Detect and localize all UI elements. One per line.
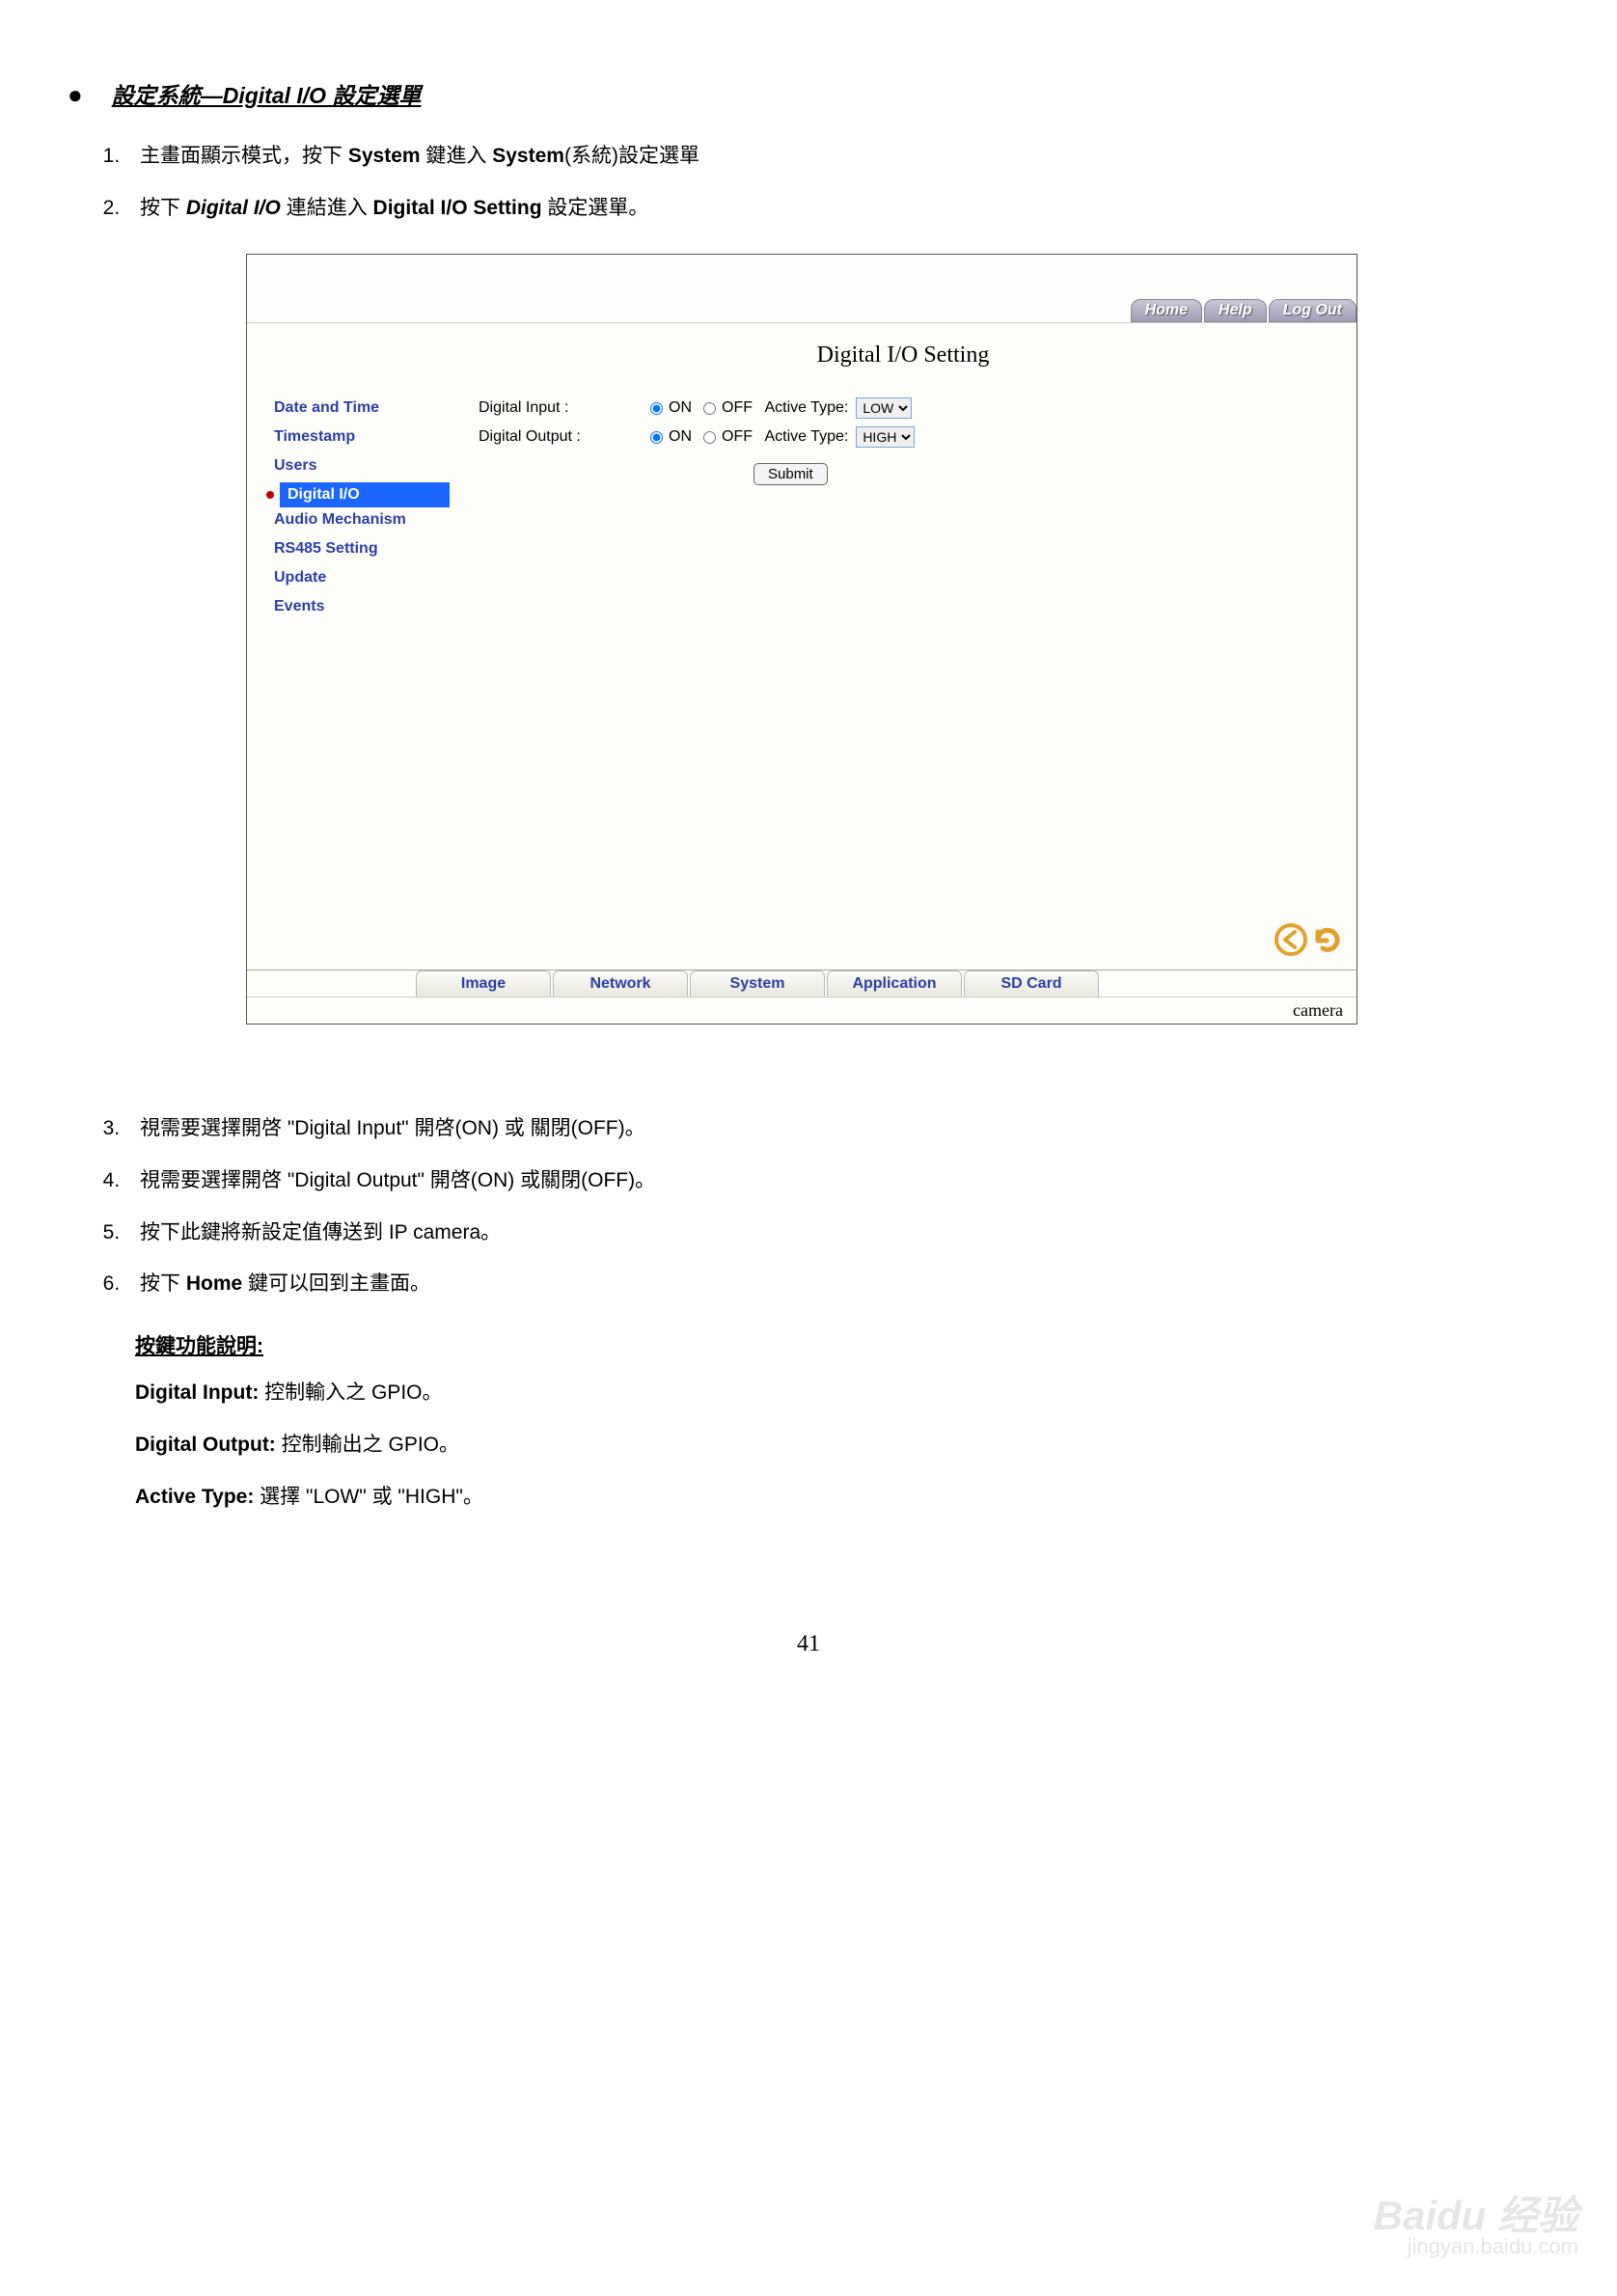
- bottom-tabbar: Image Network System Application SD Card: [247, 970, 1357, 997]
- digital-input-on-radio[interactable]: [650, 402, 663, 415]
- sidebar-item-audio[interactable]: Audio Mechanism: [266, 507, 450, 533]
- keydesc-2: Digital Output: 控制輸出之 GPIO。: [135, 1427, 1549, 1463]
- sidebar-active-row: Digital I/O: [266, 482, 450, 507]
- submit-button[interactable]: Submit: [754, 463, 828, 485]
- sidebar-item-events[interactable]: Events: [266, 594, 450, 619]
- tab-system[interactable]: System: [690, 970, 825, 997]
- step-2: 按下 Digital I/O 連結進入 Digital I/O Setting …: [125, 191, 1549, 226]
- step-1: 主畫面顯示模式，按下 System 鍵進入 System(系統)設定選單: [125, 139, 1549, 174]
- active-type-label-2: Active Type:: [764, 428, 848, 446]
- active-marker-icon: [266, 491, 274, 499]
- tabbar-spacer: [247, 970, 416, 997]
- bullet-icon: ●: [68, 80, 83, 110]
- back-icon[interactable]: [1274, 922, 1308, 962]
- tab-sdcard[interactable]: SD Card: [964, 970, 1099, 997]
- sidebar-item-digital-io[interactable]: Digital I/O: [280, 482, 450, 507]
- watermark: Baidu 经验 jingyan.baidu.com: [1374, 2196, 1578, 2257]
- sidebar-item-timestamp[interactable]: Timestamp: [266, 424, 450, 450]
- submit-row: Submit: [754, 463, 1328, 485]
- digital-input-active-type-select[interactable]: LOW: [856, 397, 912, 419]
- logout-button[interactable]: Log Out: [1269, 299, 1357, 322]
- section-title: 設定系統—Digital I/O 設定選單: [112, 77, 422, 110]
- topbar-area: Home Help Log Out: [247, 255, 1357, 322]
- digital-output-on-radio[interactable]: [650, 431, 663, 444]
- step-4: 視需要選擇開啓 "Digital Output" 開啓(ON) 或關閉(OFF)…: [125, 1163, 1549, 1198]
- step-6: 按下 Home 鍵可以回到主畫面。: [125, 1267, 1549, 1301]
- digital-input-off-radio[interactable]: [703, 402, 716, 415]
- tab-network[interactable]: Network: [553, 970, 688, 997]
- reload-icon[interactable]: [1310, 922, 1345, 962]
- sidebar-item-date-time[interactable]: Date and Time: [266, 396, 450, 421]
- main-panel: Digital I/O Setting Digital Input : ON O…: [450, 323, 1357, 970]
- keydesc-title: 按鍵功能說明:: [135, 1330, 1549, 1359]
- digital-output-controls: ON OFF Active Type: HIGH: [643, 426, 1328, 448]
- topbar: Home Help Log Out: [1129, 299, 1357, 322]
- digital-output-label: Digital Output :: [479, 428, 643, 446]
- tab-application[interactable]: Application: [827, 970, 962, 997]
- corner-nav: [1274, 922, 1345, 962]
- steps-top: 主畫面顯示模式，按下 System 鍵進入 System(系統)設定選單 按下 …: [125, 139, 1549, 225]
- footer-label: camera: [247, 997, 1357, 1024]
- app-window: Home Help Log Out Date and Time Timestam…: [246, 254, 1357, 1025]
- content-area: Date and Time Timestamp Users Digital I/…: [247, 322, 1357, 970]
- keydesc-3: Active Type: 選擇 "LOW" 或 "HIGH"。: [135, 1479, 1549, 1516]
- digital-input-controls: ON OFF Active Type: LOW: [643, 397, 1328, 419]
- sidebar-item-rs485[interactable]: RS485 Setting: [266, 536, 450, 561]
- page-title: Digital I/O Setting: [479, 342, 1328, 369]
- help-button[interactable]: Help: [1204, 299, 1267, 322]
- digital-output-row: Digital Output : ON OFF Active Type: HIG…: [479, 426, 1328, 448]
- watermark-sub: jingyan.baidu.com: [1374, 2236, 1578, 2257]
- active-type-label: Active Type:: [764, 399, 848, 417]
- digital-output-off-radio[interactable]: [703, 431, 716, 444]
- sidebar: Date and Time Timestamp Users Digital I/…: [247, 323, 450, 970]
- page-number: 41: [68, 1631, 1549, 1657]
- steps-bottom: 視需要選擇開啓 "Digital Input" 開啓(ON) 或 關閉(OFF)…: [125, 1111, 1549, 1301]
- digital-output-active-type-select[interactable]: HIGH: [856, 426, 915, 448]
- section-header: ● 設定系統—Digital I/O 設定選單: [68, 77, 1549, 110]
- keydesc-1: Digital Input: 控制輸入之 GPIO。: [135, 1375, 1549, 1411]
- watermark-main: Baidu 经验: [1374, 2196, 1578, 2236]
- sidebar-item-users[interactable]: Users: [266, 453, 450, 478]
- step-3: 視需要選擇開啓 "Digital Input" 開啓(ON) 或 關閉(OFF)…: [125, 1111, 1549, 1146]
- digital-input-label: Digital Input :: [479, 399, 643, 417]
- sidebar-item-update[interactable]: Update: [266, 565, 450, 590]
- home-button[interactable]: Home: [1131, 299, 1202, 322]
- digital-input-row: Digital Input : ON OFF Active Type: LOW: [479, 397, 1328, 419]
- step-5: 按下此鍵將新設定值傳送到 IP camera。: [125, 1216, 1549, 1250]
- tab-image[interactable]: Image: [416, 970, 551, 997]
